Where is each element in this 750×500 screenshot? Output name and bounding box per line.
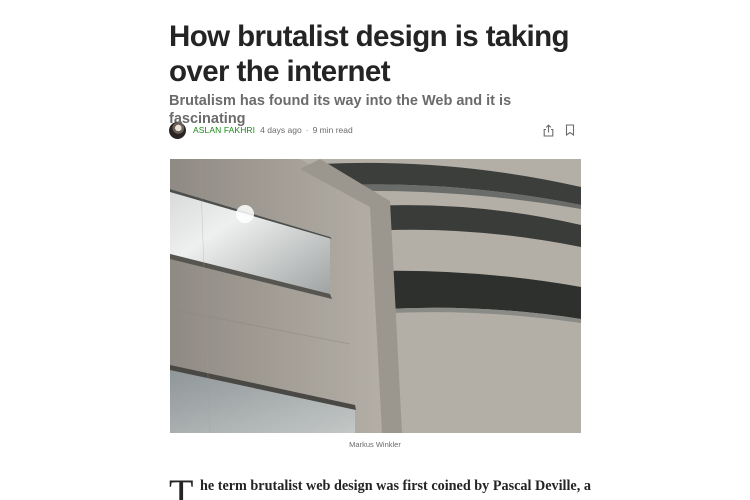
- image-caption: Markus Winkler: [349, 440, 401, 449]
- publish-date: 4 days ago: [260, 125, 302, 135]
- meta-separator: ·: [305, 125, 309, 135]
- author-avatar[interactable]: [169, 121, 186, 139]
- body-paragraph: he term brutalist web design was first c…: [200, 478, 591, 495]
- share-icon[interactable]: [542, 123, 554, 137]
- author-name[interactable]: ASLAN FAKHRI: [193, 125, 255, 135]
- article: How brutalist design is taking over the …: [169, 0, 591, 500]
- article-actions: [542, 121, 576, 139]
- body-text-part1: he term brutalist web design was first c…: [200, 478, 493, 494]
- article-meta: ASLAN FAKHRI 4 days ago · 9 min read: [169, 121, 581, 139]
- hero-image: [170, 159, 581, 433]
- body-text-part2: , a: [576, 478, 591, 494]
- bookmark-icon[interactable]: [564, 123, 576, 137]
- drop-cap: T: [169, 471, 194, 500]
- read-time: 9 min read: [312, 125, 353, 135]
- article-title: How brutalist design is taking over the …: [169, 20, 570, 88]
- body-text-name: Pascal Deville: [492, 478, 577, 494]
